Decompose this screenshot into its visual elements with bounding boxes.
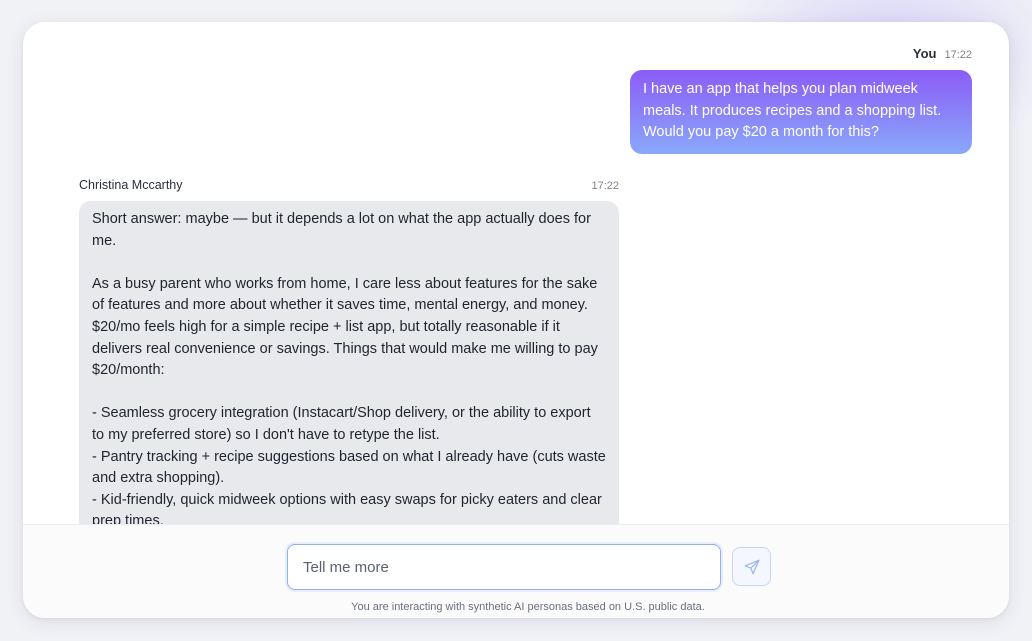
user-author: You (912, 46, 937, 61)
chat-window: You 17:22 I have an app that helps you p… (23, 22, 1009, 618)
message-input-box[interactable] (287, 544, 721, 590)
user-message-meta: You 17:22 (913, 46, 972, 61)
user-message-time: 17:22 (944, 49, 972, 61)
persona-message-bubble: Short answer: maybe — but it depends a l… (79, 201, 619, 524)
message-list[interactable]: You 17:22 I have an app that helps you p… (23, 22, 1009, 524)
persona-message-meta: Christina Mccarthy 17:22 (79, 178, 619, 192)
persona-message-time: 17:22 (591, 180, 619, 192)
user-message-bubble: I have an app that helps you plan midwee… (630, 70, 972, 154)
persona-paragraph: As a busy parent who works from home, I … (92, 275, 598, 379)
disclaimer-text: You are interacting with synthetic AI pe… (351, 601, 705, 613)
persona-author: Christina Mccarthy (79, 178, 183, 192)
paper-plane-icon (744, 559, 759, 574)
persona-bullet: - Kid-friendly, quick midweek options wi… (92, 491, 602, 524)
message-input[interactable] (288, 545, 720, 589)
composer-footer: You are interacting with synthetic AI pe… (23, 524, 1009, 618)
send-button[interactable] (732, 547, 771, 586)
persona-paragraph: Short answer: maybe — but it depends a l… (92, 211, 591, 249)
persona-bullet: - Seamless grocery integration (Instacar… (92, 405, 591, 443)
persona-bullet: - Pantry tracking + recipe suggestions b… (92, 448, 606, 487)
